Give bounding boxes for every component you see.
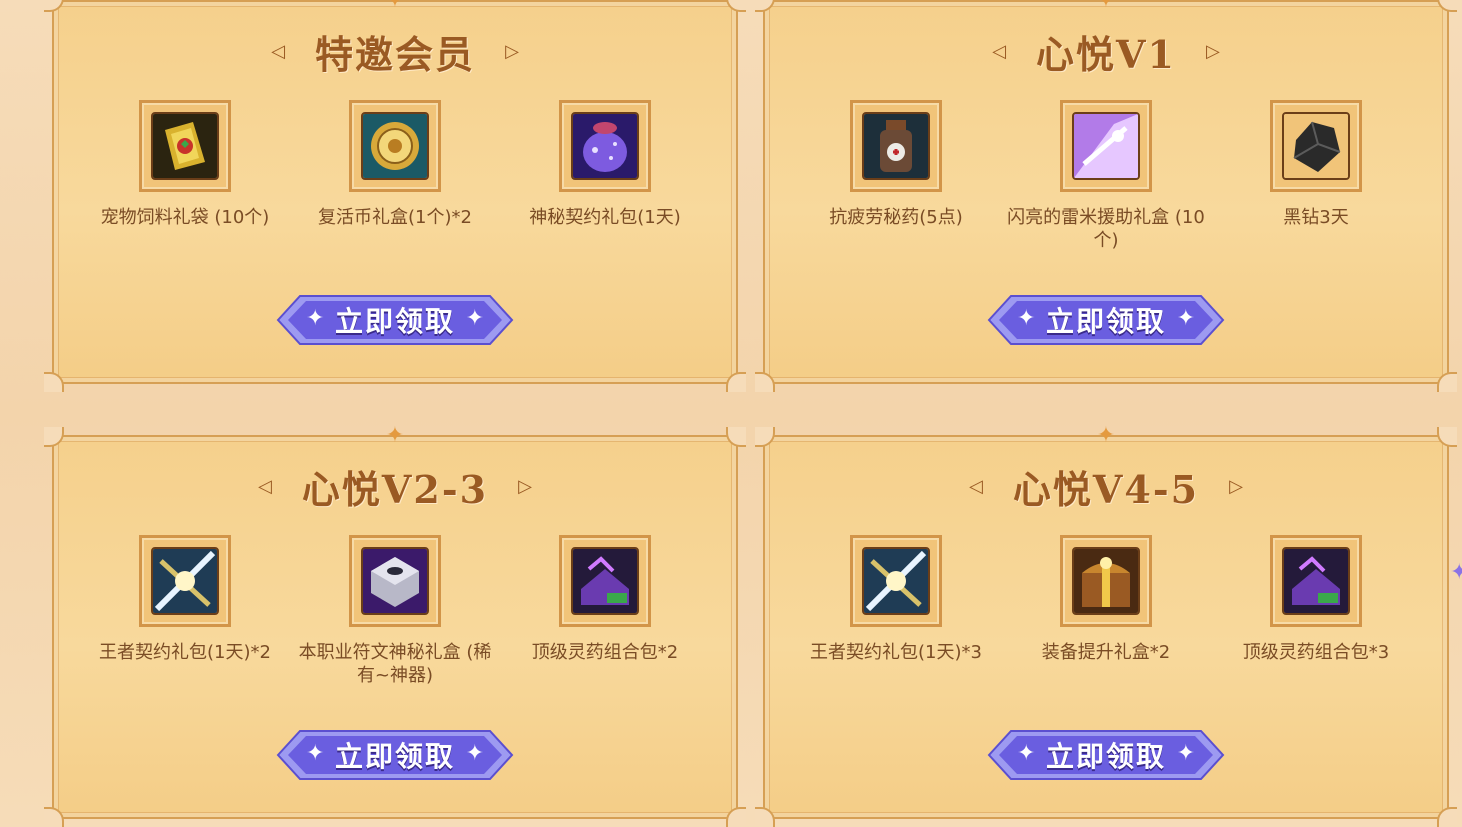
sparkle-icon: ✦ [465,306,484,331]
reward-item-label: 装备提升礼盒*2 [1041,642,1171,663]
corner-deco [755,372,775,392]
reward-item-label: 黑钻3天 [1283,207,1349,228]
reward-item: 神秘契约礼包(1天) [500,100,710,229]
corner-deco [44,427,64,447]
reward-item: 顶级灵药组合包*2 [500,535,710,687]
reward-item-label: 本职业符文神秘礼盒 (稀有~神器) [298,642,492,686]
corner-deco [1437,807,1457,827]
star-ornament-icon: ✦ [1096,423,1116,448]
reward-item: 闪亮的雷米援助礼盒 (10个) [1001,100,1211,252]
reward-item-label: 顶级灵药组合包*2 [531,642,679,663]
next-arrow-icon[interactable]: ▷ [514,475,536,497]
reward-item: 王者契约礼包(1天)*2 [80,535,290,687]
sparkle-icon: ✦ [1176,741,1195,766]
elixir-combo-pack-icon[interactable] [559,535,651,627]
reward-item-label: 闪亮的雷米援助礼盒 (10个) [1007,207,1205,251]
claim-button-label: 立即领取 [334,305,455,338]
corner-deco [1437,427,1457,447]
reward-item: 装备提升礼盒*2 [1001,535,1211,664]
pet-food-bag-icon[interactable] [139,100,231,192]
side-star-icon: ✦ [1450,560,1462,585]
reward-item-label: 抗疲劳秘药(5点) [829,207,963,228]
sparkle-icon: ✦ [306,741,325,766]
corner-deco [1437,372,1457,392]
sparkle-icon: ✦ [1176,306,1195,331]
reward-item: 黑钻3天 [1211,100,1421,252]
reward-panel-v4-5: ✦ ◁ 心悦V4-5 ▷ 王者契约礼包(1天)*3 装备提升礼盒*2 顶级灵药组… [755,425,1457,827]
rune-mystery-box-icon[interactable] [349,535,441,627]
panel-title: 心悦V2-3 [301,466,489,512]
equipment-upgrade-box-icon[interactable] [1060,535,1152,627]
corner-deco [755,807,775,827]
corner-deco [726,427,746,447]
reward-panel-vip-invite: ✦ ◁ 特邀会员 ▷ 宠物饲料礼袋 (10个) 复活币礼盒(1个)*2 神秘契约… [44,0,746,392]
reward-panel-v1: ✦ ◁ 心悦V1 ▷ 抗疲劳秘药(5点) 闪亮的雷米援助礼盒 (10个) 黑钻3… [755,0,1457,392]
panel-title: 特邀会员 [314,31,475,77]
claim-button[interactable]: ✦ 立即领取 ✦ [272,727,518,783]
prev-arrow-icon[interactable]: ◁ [267,40,289,62]
reward-item: 宠物饲料礼袋 (10个) [80,100,290,229]
black-diamond-icon[interactable] [1270,100,1362,192]
reward-item: 复活币礼盒(1个)*2 [290,100,500,229]
claim-button[interactable]: ✦ 立即领取 ✦ [983,292,1229,348]
panel-title-row: ◁ 心悦V4-5 ▷ [765,461,1447,512]
reward-panel-v2-3: ✦ ◁ 心悦V2-3 ▷ 王者契约礼包(1天)*2 本职业符文神秘礼盒 (稀有~… [44,425,746,827]
next-arrow-icon[interactable]: ▷ [1225,475,1247,497]
claim-button[interactable]: ✦ 立即领取 ✦ [272,292,518,348]
panel-title-row: ◁ 心悦V2-3 ▷ [54,461,736,512]
claim-button-label: 立即领取 [1045,305,1166,338]
star-ornament-icon: ✦ [1096,0,1116,13]
reward-item-label: 王者契约礼包(1天)*3 [810,642,982,663]
next-arrow-icon[interactable]: ▷ [501,40,523,62]
next-arrow-icon[interactable]: ▷ [1202,40,1224,62]
reward-item-label: 宠物饲料礼袋 (10个) [100,207,270,228]
corner-deco [1437,0,1457,12]
star-ornament-icon: ✦ [385,0,405,13]
corner-deco [44,0,64,12]
reward-item-list: 宠物饲料礼袋 (10个) 复活币礼盒(1个)*2 神秘契约礼包(1天) [80,100,710,229]
sparkle-icon: ✦ [306,306,325,331]
reward-item-label: 复活币礼盒(1个)*2 [318,207,472,228]
reward-item-label: 顶级灵药组合包*3 [1242,642,1390,663]
prev-arrow-icon[interactable]: ◁ [254,475,276,497]
panel-title: 心悦V4-5 [1012,466,1200,512]
corner-deco [44,807,64,827]
corner-deco [726,807,746,827]
claim-button-label: 立即领取 [1045,740,1166,773]
claim-button[interactable]: ✦ 立即领取 ✦ [983,727,1229,783]
corner-deco [44,372,64,392]
mystery-contract-pack-icon[interactable] [559,100,651,192]
reward-item-label: 王者契约礼包(1天)*2 [99,642,271,663]
prev-arrow-icon[interactable]: ◁ [988,40,1010,62]
star-ornament-icon: ✦ [385,423,405,448]
reward-item-list: 王者契约礼包(1天)*2 本职业符文神秘礼盒 (稀有~神器) 顶级灵药组合包*2 [80,535,710,687]
reward-item-label: 神秘契约礼包(1天) [529,207,681,228]
panel-title-row: ◁ 特邀会员 ▷ [54,26,736,77]
king-contract-pack-icon[interactable] [139,535,231,627]
reward-item-list: 王者契约礼包(1天)*3 装备提升礼盒*2 顶级灵药组合包*3 [791,535,1421,664]
corner-deco [755,0,775,12]
reward-item: 顶级灵药组合包*3 [1211,535,1421,664]
sparkle-icon: ✦ [1017,306,1036,331]
elixir-combo-pack-icon[interactable] [1270,535,1362,627]
corner-deco [755,427,775,447]
reward-item: 本职业符文神秘礼盒 (稀有~神器) [290,535,500,687]
sparkle-icon: ✦ [1017,741,1036,766]
revive-coin-icon[interactable] [349,100,441,192]
reward-item: 抗疲劳秘药(5点) [791,100,1001,252]
claim-button-label: 立即领取 [334,740,455,773]
king-contract-pack-icon[interactable] [850,535,942,627]
corner-deco [726,372,746,392]
reward-item-list: 抗疲劳秘药(5点) 闪亮的雷米援助礼盒 (10个) 黑钻3天 [791,100,1421,252]
shiny-remy-box-icon[interactable] [1060,100,1152,192]
corner-deco [726,0,746,12]
panel-title-row: ◁ 心悦V1 ▷ [765,26,1447,77]
sparkle-icon: ✦ [465,741,484,766]
fatigue-potion-icon[interactable] [850,100,942,192]
reward-item: 王者契约礼包(1天)*3 [791,535,1001,664]
prev-arrow-icon[interactable]: ◁ [965,475,987,497]
panel-title: 心悦V1 [1036,31,1176,77]
